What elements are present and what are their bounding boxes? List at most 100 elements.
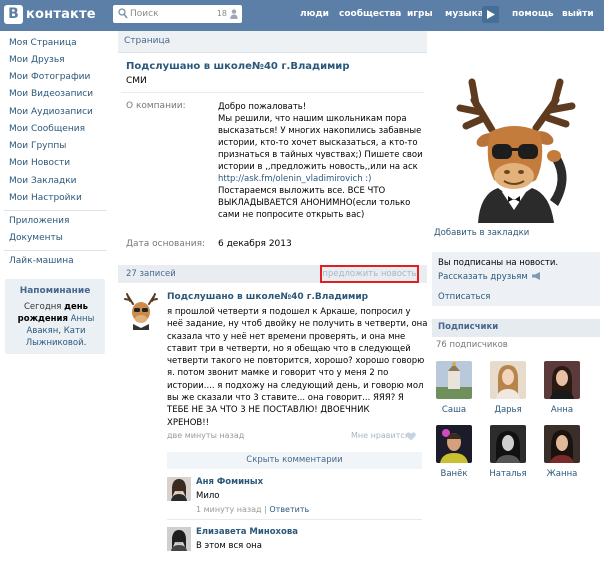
about-text: Добро пожаловать! Мы решили, что нашим ш… xyxy=(218,101,423,221)
wall-header: 27 записей предложить новость xyxy=(118,265,427,283)
post-line: я прошлой четверти я подошел к Аркаше, п… xyxy=(167,307,411,317)
nav-help[interactable]: помощь xyxy=(512,9,554,23)
post-author[interactable]: Подслушано в школе№40 г.Владимир xyxy=(167,292,368,302)
reminder-box: Напоминание Сегодня день рождения Анны А… xyxy=(5,279,105,354)
reminder-title: Напоминание xyxy=(19,286,91,296)
group-avatar-moose[interactable] xyxy=(432,60,600,223)
member-item[interactable]: Жанна xyxy=(541,425,583,479)
post-line: ТЕБЕ НЕ ЗА ЧТО 3 НЕ ПОСТАВЛЮ! ДВОЕЧНИК xyxy=(167,405,370,416)
menu-apps[interactable]: Приложения xyxy=(9,216,69,226)
post-line: ХРЕНОВ!! xyxy=(167,417,210,428)
like-button[interactable]: Мне нравится xyxy=(351,431,410,440)
reminder-dot: . xyxy=(83,338,87,348)
search-count: 18 xyxy=(216,9,227,18)
about-line: Постараемся выложить все. ВСЕ ЧТО xyxy=(218,186,386,196)
member-item[interactable]: Ванёк xyxy=(433,425,475,479)
add-bookmark-link[interactable]: Добавить в закладки xyxy=(434,228,529,238)
commenter-avatar[interactable] xyxy=(167,477,191,501)
member-name: Жанна xyxy=(546,469,578,479)
comment-text: В этом вся она xyxy=(196,541,262,551)
members-header[interactable]: Подписчики xyxy=(432,319,600,337)
post-line: сказала что у неё нет времени проверять,… xyxy=(167,331,406,342)
nav-logout[interactable]: выйти xyxy=(562,9,594,23)
divider xyxy=(121,92,424,93)
menu-my-friends[interactable]: Мои Друзья xyxy=(9,55,65,65)
commenter-avatar[interactable] xyxy=(167,527,191,551)
menu-my-news[interactable]: Мои Новости xyxy=(9,158,70,168)
post-line: неё задание, ну чтоб двойку не получить … xyxy=(167,319,428,330)
logo-box: В xyxy=(4,5,23,24)
member-photo xyxy=(490,425,526,463)
menu-my-audio[interactable]: Мои Аудиозаписи xyxy=(9,107,93,117)
top-header: В контакте 18 люди сообщества игры музык… xyxy=(0,0,604,31)
search-icon xyxy=(118,8,128,19)
menu-my-groups[interactable]: Мои Группы xyxy=(9,141,66,151)
comment-meta: 1 минуту назад | Ответить xyxy=(196,505,309,514)
menu-divider xyxy=(4,250,107,251)
heart-icon[interactable] xyxy=(406,432,416,441)
ask-link[interactable]: http://ask.fm/olenin_vladimirovich :) xyxy=(218,173,423,185)
nav-communities[interactable]: сообщества xyxy=(339,9,401,23)
menu-my-bookmarks[interactable]: Мои Закладки xyxy=(9,176,76,186)
play-icon xyxy=(487,10,495,19)
menu-my-videos[interactable]: Мои Видеозаписи xyxy=(9,89,93,99)
menu-my-settings[interactable]: Мои Настройки xyxy=(9,193,82,203)
menu-like-machine[interactable]: Лайк-машина xyxy=(9,256,74,266)
subscription-box: Вы подписаны на новости. Рассказать друз… xyxy=(432,252,600,306)
comment-author[interactable]: Елизавета Минохова xyxy=(196,527,298,537)
hide-comments-button[interactable]: Скрыть комментарии xyxy=(167,452,422,469)
music-play-button[interactable] xyxy=(482,6,499,23)
comment-time[interactable]: 1 минуту назад xyxy=(196,505,262,514)
tell-friends-link[interactable]: Рассказать друзьям xyxy=(438,272,541,282)
subscribed-status: Вы подписаны на новости. xyxy=(438,258,559,268)
hide-comments-label: Скрыть комментарии xyxy=(246,455,343,465)
menu-my-messages[interactable]: Мои Сообщения xyxy=(9,124,85,134)
members-count[interactable]: 76 подписчиков xyxy=(436,340,508,350)
moose-avatar[interactable] xyxy=(121,290,161,330)
search-input[interactable] xyxy=(130,5,200,23)
member-item[interactable]: Наталья xyxy=(487,425,529,479)
member-name: Ванёк xyxy=(440,469,468,479)
reminder-body: Сегодня день рождения Анны Авакян, Кати … xyxy=(11,301,101,349)
post-line: ставит три в четверти, но я обещаю что в… xyxy=(167,343,411,354)
about-label: О компании: xyxy=(126,101,186,111)
founded-label: Дата основания: xyxy=(126,239,206,249)
nav-people[interactable]: люди xyxy=(300,9,329,23)
member-name: Наталья xyxy=(489,469,527,479)
comment-author[interactable]: Аня Фоминых xyxy=(196,477,263,487)
reply-button[interactable]: Ответить xyxy=(269,505,309,514)
about-line: сами не попросите открыть вас) xyxy=(218,210,365,220)
menu-documents[interactable]: Документы xyxy=(9,233,63,243)
members-title: Подписчики xyxy=(438,322,499,332)
member-item[interactable]: Саша xyxy=(433,361,475,415)
post-text: я прошлой четверти я подошел к Аркаше, п… xyxy=(167,306,428,429)
about-line: признаться в тайных чувствах;) Пишете св… xyxy=(218,150,423,160)
nav-games[interactable]: игры xyxy=(407,9,433,23)
search-box[interactable]: 18 xyxy=(113,5,242,23)
member-photo xyxy=(436,425,472,463)
member-photo xyxy=(490,361,526,399)
nav-music[interactable]: музыка xyxy=(445,9,484,23)
member-name: Анна xyxy=(550,405,574,415)
member-item[interactable]: Дарья xyxy=(487,361,529,415)
reminder-today: Сегодня xyxy=(24,302,65,312)
about-line: высказаться! У многих накопились забавны… xyxy=(218,126,422,136)
unsubscribe-link[interactable]: Отписаться xyxy=(438,292,490,302)
user-icon xyxy=(230,9,238,19)
page-section-title: Страница xyxy=(124,36,171,46)
about-line: истории в ,,предложить новость,,или на а… xyxy=(218,162,418,172)
post-line: вы же сказали что 3 ставите... она говор… xyxy=(167,393,404,404)
page-section-header: Страница xyxy=(118,31,427,53)
about-line: ВЫКЛАДЫВАЕТСЯ АНОНИМНО(если только xyxy=(218,198,411,208)
divider xyxy=(167,519,422,520)
wall-count[interactable]: 27 записей xyxy=(126,269,176,279)
member-item[interactable]: Анна xyxy=(541,361,583,415)
suggest-news-button[interactable]: предложить новость xyxy=(320,265,419,283)
page-category: СМИ xyxy=(126,76,147,86)
tell-friends-label: Рассказать друзьям xyxy=(438,272,528,282)
post-time[interactable]: две минуты назад xyxy=(167,431,244,440)
menu-my-page[interactable]: Моя Страница xyxy=(9,38,77,48)
menu-divider xyxy=(4,210,107,211)
menu-my-photos[interactable]: Мои Фотографии xyxy=(9,72,90,82)
vk-logo[interactable]: В контакте xyxy=(4,5,96,24)
